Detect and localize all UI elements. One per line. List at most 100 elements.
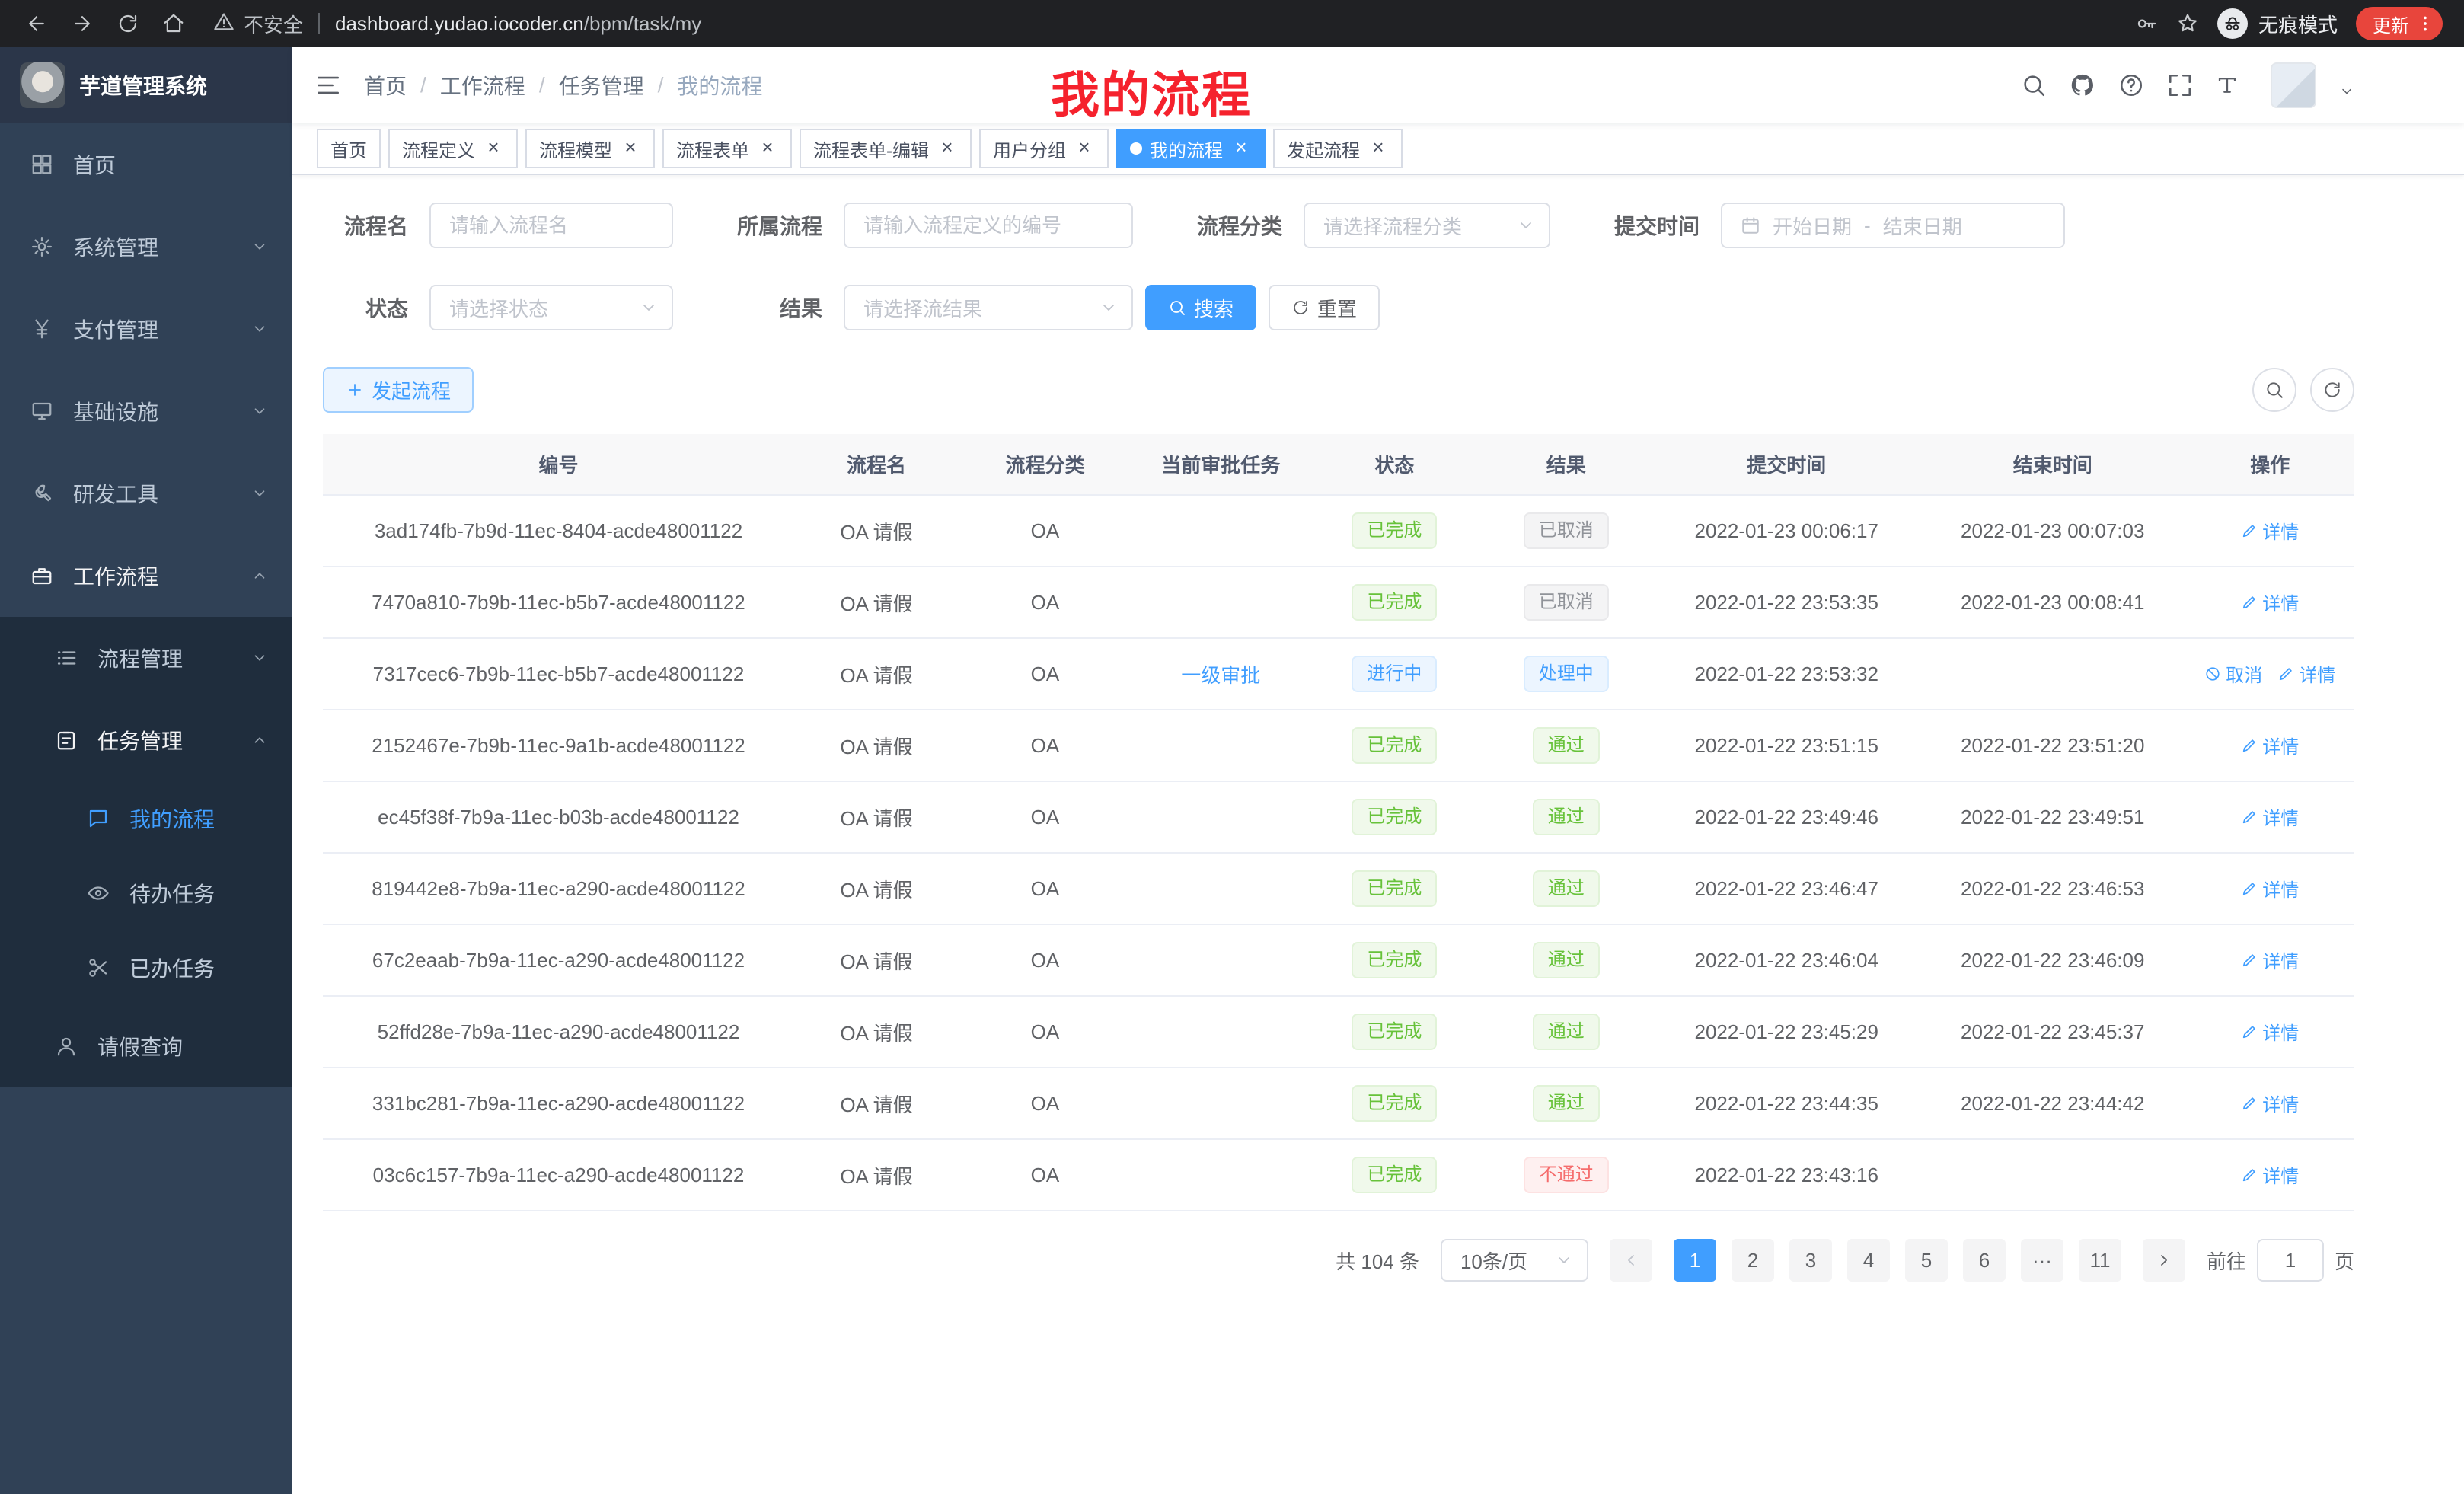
breadcrumb-item[interactable]: 首页 xyxy=(364,70,407,101)
parent-process-input[interactable] xyxy=(844,203,1133,248)
tab-label: 我的流程 xyxy=(1150,136,1223,162)
submit-time-range-picker[interactable]: 开始日期 - 结束日期 xyxy=(1721,203,2065,248)
fullscreen-icon[interactable] xyxy=(2167,72,2193,98)
home-icon[interactable] xyxy=(152,4,195,43)
more-pages-button[interactable]: ··· xyxy=(2021,1239,2063,1282)
page-button-6[interactable]: 6 xyxy=(1963,1239,2006,1282)
update-button[interactable]: 更新 xyxy=(2356,7,2443,40)
category-select[interactable]: 请选择流程分类 xyxy=(1304,203,1550,248)
breadcrumb-item[interactable]: 我的流程 xyxy=(677,70,762,101)
tab-close-icon[interactable]: × xyxy=(1074,138,1095,159)
tab-close-icon[interactable]: × xyxy=(483,138,504,159)
help-icon[interactable] xyxy=(2118,72,2144,98)
sidebar-item-payment[interactable]: 支付管理 xyxy=(0,288,292,370)
page-size-select[interactable]: 10条/页 xyxy=(1441,1239,1588,1282)
tab-流程表单-编辑[interactable]: 流程表单-编辑× xyxy=(800,129,972,168)
github-icon[interactable] xyxy=(2070,72,2095,98)
detail-link[interactable]: 详情 xyxy=(2241,1018,2299,1045)
detail-link[interactable]: 详情 xyxy=(2241,732,2299,758)
cell-submit-time: 2022-01-22 23:53:32 xyxy=(1653,638,1920,710)
tab-close-icon[interactable]: × xyxy=(1368,138,1389,159)
font-size-icon[interactable] xyxy=(2216,74,2239,97)
sidebar-item-my-process[interactable]: 我的流程 xyxy=(0,781,292,856)
start-date-placeholder: 开始日期 xyxy=(1773,212,1852,240)
sidebar-item-workflow[interactable]: 工作流程 xyxy=(0,535,292,617)
back-icon[interactable] xyxy=(15,4,58,43)
tab-流程表单[interactable]: 流程表单× xyxy=(662,129,792,168)
next-page-button[interactable] xyxy=(2143,1239,2185,1282)
goto-page-input[interactable] xyxy=(2257,1239,2324,1282)
sidebar-item-devtools[interactable]: 研发工具 xyxy=(0,452,292,535)
key-icon[interactable] xyxy=(2135,12,2158,35)
chevron-down-icon[interactable] xyxy=(2339,84,2354,99)
cell-current-task xyxy=(1131,1068,1310,1139)
sidebar-toggle-icon[interactable] xyxy=(292,72,364,98)
current-task-link[interactable]: 一级审批 xyxy=(1181,664,1260,687)
detail-link[interactable]: 详情 xyxy=(2277,660,2335,687)
sidebar-item-todo-task[interactable]: 待办任务 xyxy=(0,856,292,931)
app-logo[interactable]: 芋道管理系统 xyxy=(0,47,292,123)
status-placeholder: 请选择状态 xyxy=(449,294,548,322)
prev-page-button[interactable] xyxy=(1610,1239,1652,1282)
tab-发起流程[interactable]: 发起流程× xyxy=(1273,129,1403,168)
detail-link[interactable]: 详情 xyxy=(2241,1161,2299,1188)
search-icon[interactable] xyxy=(2021,72,2047,98)
tab-close-icon[interactable]: × xyxy=(620,138,641,159)
breadcrumb-item[interactable]: 任务管理 xyxy=(559,70,644,101)
detail-link[interactable]: 详情 xyxy=(2241,875,2299,902)
breadcrumb-item[interactable]: 工作流程 xyxy=(440,70,525,101)
tab-close-icon[interactable]: × xyxy=(757,138,778,159)
cancel-link[interactable]: 取消 xyxy=(2204,660,2262,687)
bookmark-star-icon[interactable] xyxy=(2176,12,2199,35)
detail-link[interactable]: 详情 xyxy=(2241,947,2299,973)
main-panel: 首页/工作流程/任务管理/我的流程 我的流程 首页流程定义×流程模型×流程表单×… xyxy=(292,47,2464,1494)
tab-首页[interactable]: 首页 xyxy=(317,129,381,168)
cell-result: 通过 xyxy=(1479,710,1653,781)
sidebar-item-infrastructure[interactable]: 基础设施 xyxy=(0,370,292,452)
status-select[interactable]: 请选择状态 xyxy=(429,285,673,330)
sidebar-item-system[interactable]: 系统管理 xyxy=(0,206,292,288)
security-label: 不安全 xyxy=(244,10,303,38)
cell-id: 819442e8-7b9a-11ec-a290-acde48001122 xyxy=(323,853,794,924)
cell-end-time xyxy=(1920,1139,2186,1211)
process-name-input[interactable] xyxy=(429,203,673,248)
reload-icon[interactable] xyxy=(107,4,149,43)
detail-link[interactable]: 详情 xyxy=(2241,803,2299,830)
tab-流程模型[interactable]: 流程模型× xyxy=(525,129,655,168)
sidebar-item-home[interactable]: 首页 xyxy=(0,123,292,206)
sidebar-item-leave-query[interactable]: 请假查询 xyxy=(0,1005,292,1087)
page-button-3[interactable]: 3 xyxy=(1789,1239,1832,1282)
refresh-table-button[interactable] xyxy=(2310,368,2354,412)
process-table: 编号流程名流程分类当前审批任务状态结果提交时间结束时间操作 3ad174fb-7… xyxy=(323,434,2354,1211)
page-button-1[interactable]: 1 xyxy=(1674,1239,1716,1282)
detail-link[interactable]: 详情 xyxy=(2241,517,2299,544)
sidebar-item-done-task[interactable]: 已办任务 xyxy=(0,931,292,1005)
detail-link[interactable]: 详情 xyxy=(2241,1090,2299,1116)
cell-category: OA xyxy=(959,638,1131,710)
cell-id: 67c2eaab-7b9a-11ec-a290-acde48001122 xyxy=(323,924,794,996)
sidebar-item-process-mgmt[interactable]: 流程管理 xyxy=(0,617,292,699)
page-button-11[interactable]: 11 xyxy=(2079,1239,2121,1282)
detail-link[interactable]: 详情 xyxy=(2241,589,2299,615)
reset-button[interactable]: 重置 xyxy=(1269,285,1380,330)
tab-流程定义[interactable]: 流程定义× xyxy=(388,129,518,168)
cell-result: 通过 xyxy=(1479,781,1653,853)
address-bar[interactable]: 不安全 dashboard.yudao.iocoder.cn/bpm/task/… xyxy=(213,10,2132,38)
forward-icon[interactable] xyxy=(61,4,104,43)
create-process-button[interactable]: 发起流程 xyxy=(323,367,474,413)
search-icon xyxy=(2265,380,2284,400)
tab-我的流程[interactable]: 我的流程 × xyxy=(1116,129,1266,168)
sidebar-item-task-mgmt[interactable]: 任务管理 xyxy=(0,699,292,781)
page-button-5[interactable]: 5 xyxy=(1905,1239,1948,1282)
search-button[interactable]: 搜索 xyxy=(1145,285,1256,330)
user-avatar[interactable] xyxy=(2271,62,2316,108)
page-button-4[interactable]: 4 xyxy=(1847,1239,1890,1282)
tab-close-icon[interactable]: × xyxy=(1230,138,1252,159)
page-button-2[interactable]: 2 xyxy=(1732,1239,1774,1282)
result-select[interactable]: 请选择流结果 xyxy=(844,285,1133,330)
tab-close-icon[interactable]: × xyxy=(937,138,958,159)
hide-search-button[interactable] xyxy=(2252,368,2296,412)
chevron-up-icon xyxy=(251,732,268,749)
tab-用户分组[interactable]: 用户分组× xyxy=(979,129,1109,168)
range-separator: - xyxy=(1864,214,1871,238)
